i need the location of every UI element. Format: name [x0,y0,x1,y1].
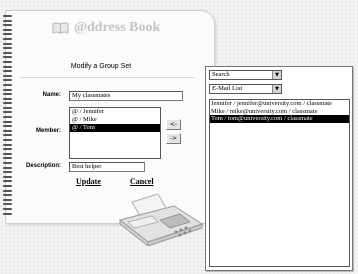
notebook-spiral [3,15,13,219]
list-type-value: E-Mail List [212,85,243,92]
list-item[interactable]: @ / Mike [70,116,160,124]
search-panel: Search ▼ E-Mail List ▼ Jennifer / jennif… [205,66,353,271]
app-title-bar: @ddress Book [52,20,160,36]
search-mode-value: Search [212,71,230,78]
member-listbox[interactable]: @ / Jennifer @ / Mike @ / Tom [69,107,161,159]
update-button[interactable]: Update [76,177,101,186]
chevron-down-icon[interactable]: ▼ [272,85,281,93]
cancel-button[interactable]: Cancel [130,177,154,186]
list-item[interactable]: Mike / mike@university.com / classmate [210,108,349,116]
member-label: Member: [35,128,61,134]
name-field[interactable]: My classmates [69,91,183,101]
list-type-select[interactable]: E-Mail List ▼ [209,84,282,94]
remove-member-button[interactable]: -> [166,133,181,144]
add-member-button[interactable]: <- [166,119,181,130]
app-title: @ddress Book [74,20,161,35]
name-label: Name: [42,92,61,98]
email-results-list[interactable]: Jennifer / jennifer@university.com / cla… [209,99,350,267]
list-item[interactable]: @ / Jennifer [70,108,160,116]
description-label: Description: [25,163,61,169]
open-book-icon [52,22,69,34]
list-item[interactable]: @ / Tom [70,124,160,132]
list-item[interactable]: Jennifer / jennifer@university.com / cla… [210,100,349,108]
search-mode-select[interactable]: Search ▼ [209,70,282,80]
divider [20,77,195,78]
address-book-notebook: @ddress Book Modify a Group Set Name: My… [3,10,215,246]
fax-machine-illustration [118,194,204,246]
form-heading: Modify a Group Set [70,63,132,70]
description-field[interactable]: Best helper [69,162,145,172]
chevron-down-icon[interactable]: ▼ [272,71,281,79]
list-item[interactable]: Tom / tom@university.com / classmate [210,115,349,123]
